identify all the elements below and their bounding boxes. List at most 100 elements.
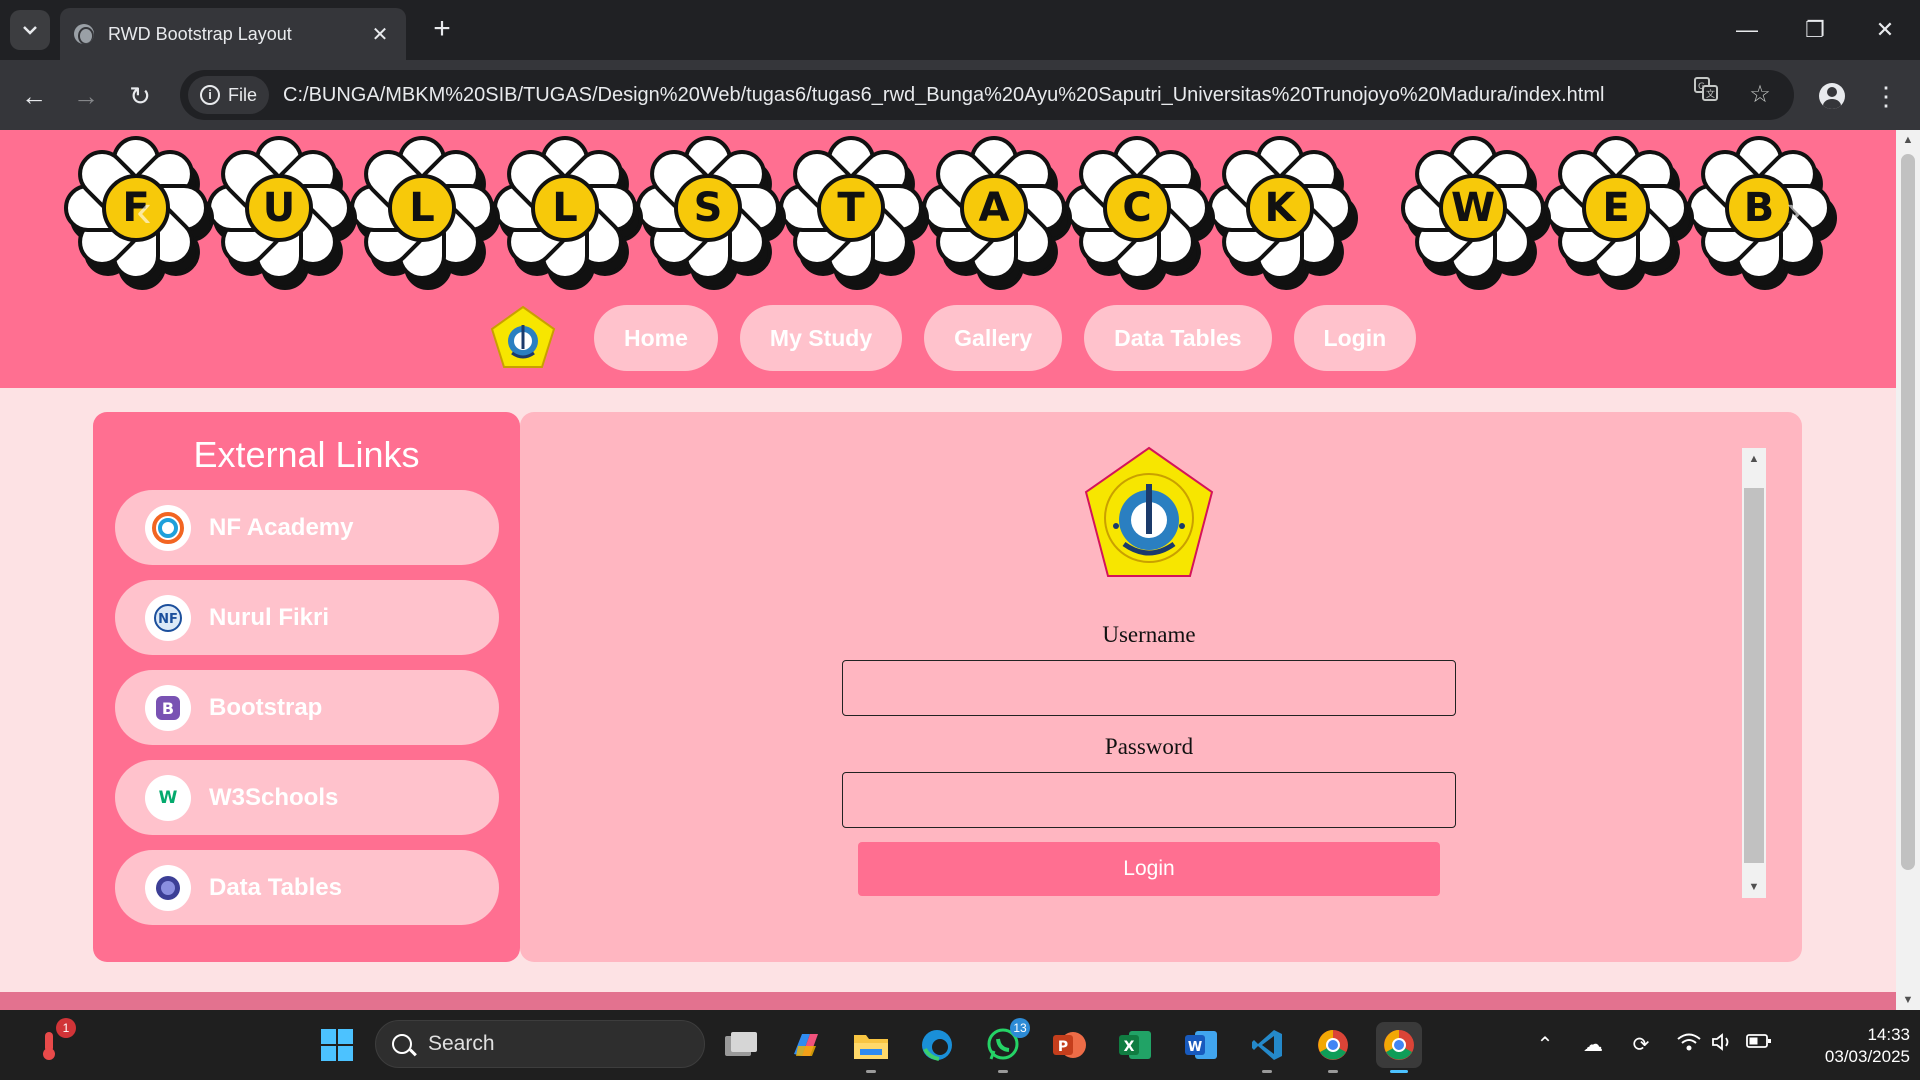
page-scrollbar[interactable]: ▲ ▼ [1896,130,1920,1010]
flower-letter: C [1103,174,1171,242]
copilot-app[interactable] [782,1022,828,1068]
nurul-fikri-icon: NF [145,594,191,641]
info-icon: i [200,85,220,105]
new-tab-button[interactable]: + [424,12,460,48]
card-scrollbar[interactable]: ▲ ▼ [1742,448,1766,898]
link-bootstrap[interactable]: B Bootstrap [115,670,499,745]
bookmark-star-icon[interactable]: ☆ [1740,75,1780,115]
start-button[interactable] [314,1022,360,1068]
minimize-button[interactable]: — [1724,12,1770,48]
flower-letter: T [817,174,885,242]
tab-title: RWD Bootstrap Layout [108,23,292,44]
copilot-icon [794,1034,818,1056]
translate-icon[interactable]: G文 [1686,75,1726,115]
powerpoint-icon: P [1053,1032,1086,1058]
flower-letter: K [1246,174,1314,242]
nav-data-tables[interactable]: Data Tables [1084,305,1272,371]
url-text[interactable]: C:/BUNGA/MBKM%20SIB/TUGAS/Design%20Web/t… [283,84,1686,107]
flower-letter: U [245,174,313,242]
system-clock[interactable]: 14:33 03/03/2025 [1790,1024,1910,1068]
link-data-tables[interactable]: Data Tables [115,850,499,925]
nav-login[interactable]: Login [1293,305,1417,371]
browser-tab-active[interactable]: RWD Bootstrap Layout ✕ [60,8,406,60]
chrome-icon [1318,1030,1348,1060]
link-label: NF Academy [209,513,354,541]
flower-letter: E [1582,174,1650,242]
weather-widget[interactable]: 1 [26,1018,76,1068]
svg-text:B: B [162,699,174,718]
volume-icon[interactable] [1708,1032,1738,1058]
svg-text:X: X [1124,1039,1135,1055]
edge-app[interactable] [914,1022,960,1068]
page-viewport: BEWKCATSLLUF ‹ › Home My Study Gallery D… [0,130,1896,1010]
page-scroll-up[interactable]: ▲ [1896,130,1920,150]
browser-menu-button[interactable]: ⋮ [1866,76,1906,116]
folder-icon [854,1035,888,1059]
vscode-icon [1252,1030,1282,1060]
back-button[interactable]: ← [14,76,54,116]
nav-gallery[interactable]: Gallery [924,305,1063,371]
forward-button[interactable]: → [66,76,106,116]
file-explorer-app[interactable] [848,1022,894,1073]
vscode-app[interactable] [1244,1022,1290,1073]
task-view-button[interactable] [718,1022,764,1068]
battery-icon[interactable] [1744,1032,1774,1055]
onedrive-icon[interactable]: ☁ [1578,1032,1608,1057]
tab-search-button[interactable] [10,10,50,50]
login-card: Username Password Login ▲ ▼ [520,412,1802,962]
chrome-profile-app[interactable] [1310,1022,1356,1073]
tab-close-icon[interactable]: ✕ [368,22,392,47]
page-scroll-thumb[interactable] [1901,154,1915,870]
nav-home[interactable]: Home [594,305,718,371]
flower-letter: L [531,174,599,242]
close-window-button[interactable]: ✕ [1862,12,1908,48]
link-w3schools[interactable]: W W3Schools [115,760,499,835]
excel-app[interactable]: X [1112,1022,1158,1068]
taskbar-search[interactable]: Search [375,1020,705,1068]
banner-next-arrow[interactable]: › [1764,180,1824,240]
powerpoint-app[interactable]: P [1046,1022,1092,1068]
banner-flower-letter: L [493,136,643,290]
university-logo-icon[interactable] [490,305,556,371]
address-bar[interactable]: i File C:/BUNGA/MBKM%20SIB/TUGAS/Design%… [180,70,1794,120]
link-nf-academy[interactable]: NF Academy [115,490,499,565]
banner-flower-letter: E [1544,136,1694,290]
chrome-icon [1384,1030,1414,1060]
tray-overflow-icon[interactable]: ⌃ [1530,1032,1560,1057]
restore-button[interactable]: ❐ [1792,12,1838,48]
wifi-icon[interactable] [1674,1032,1704,1058]
chrome-app-active[interactable] [1376,1022,1422,1073]
browser-toolbar: ← → ↻ i File C:/BUNGA/MBKM%20SIB/TUGAS/D… [0,60,1920,130]
flower-letter: W [1439,174,1507,242]
scroll-up-arrow[interactable]: ▲ [1742,448,1766,470]
banner-flower-letter: U [207,136,357,290]
reload-button[interactable]: ↻ [120,76,160,116]
scroll-thumb[interactable] [1744,488,1764,863]
link-nurul-fikri[interactable]: NF Nurul Fikri [115,580,499,655]
username-input[interactable] [842,660,1456,716]
banner-flower-letter: S [636,136,786,290]
university-logo-icon [1084,446,1214,577]
nf-academy-icon [145,504,191,551]
banner-prev-arrow[interactable]: ‹ [114,180,174,240]
flower-letter: L [388,174,456,242]
word-app[interactable]: W [1178,1022,1224,1068]
whatsapp-app[interactable]: 13 [980,1018,1030,1073]
sync-icon[interactable]: ⟳ [1626,1032,1656,1057]
scroll-down-arrow[interactable]: ▼ [1742,876,1766,898]
sidebar-title: External Links [193,434,420,475]
site-info-chip[interactable]: i File [188,76,270,114]
excel-icon: X [1119,1031,1151,1059]
profile-button[interactable] [1812,76,1852,116]
page-scroll-down[interactable]: ▼ [1896,990,1920,1010]
username-label: Username [1102,622,1196,647]
login-submit-button[interactable]: Login [858,842,1440,896]
task-view-icon [725,1032,757,1056]
nav-my-study[interactable]: My Study [739,305,903,371]
password-label: Password [1104,734,1194,759]
flower-letter: S [674,174,742,242]
notification-badge: 1 [56,1018,76,1038]
site-header: BEWKCATSLLUF ‹ › Home My Study Gallery D… [0,130,1896,388]
main-nav: Home My Study Gallery Data Tables Login [490,305,1438,371]
password-input[interactable] [842,772,1456,828]
